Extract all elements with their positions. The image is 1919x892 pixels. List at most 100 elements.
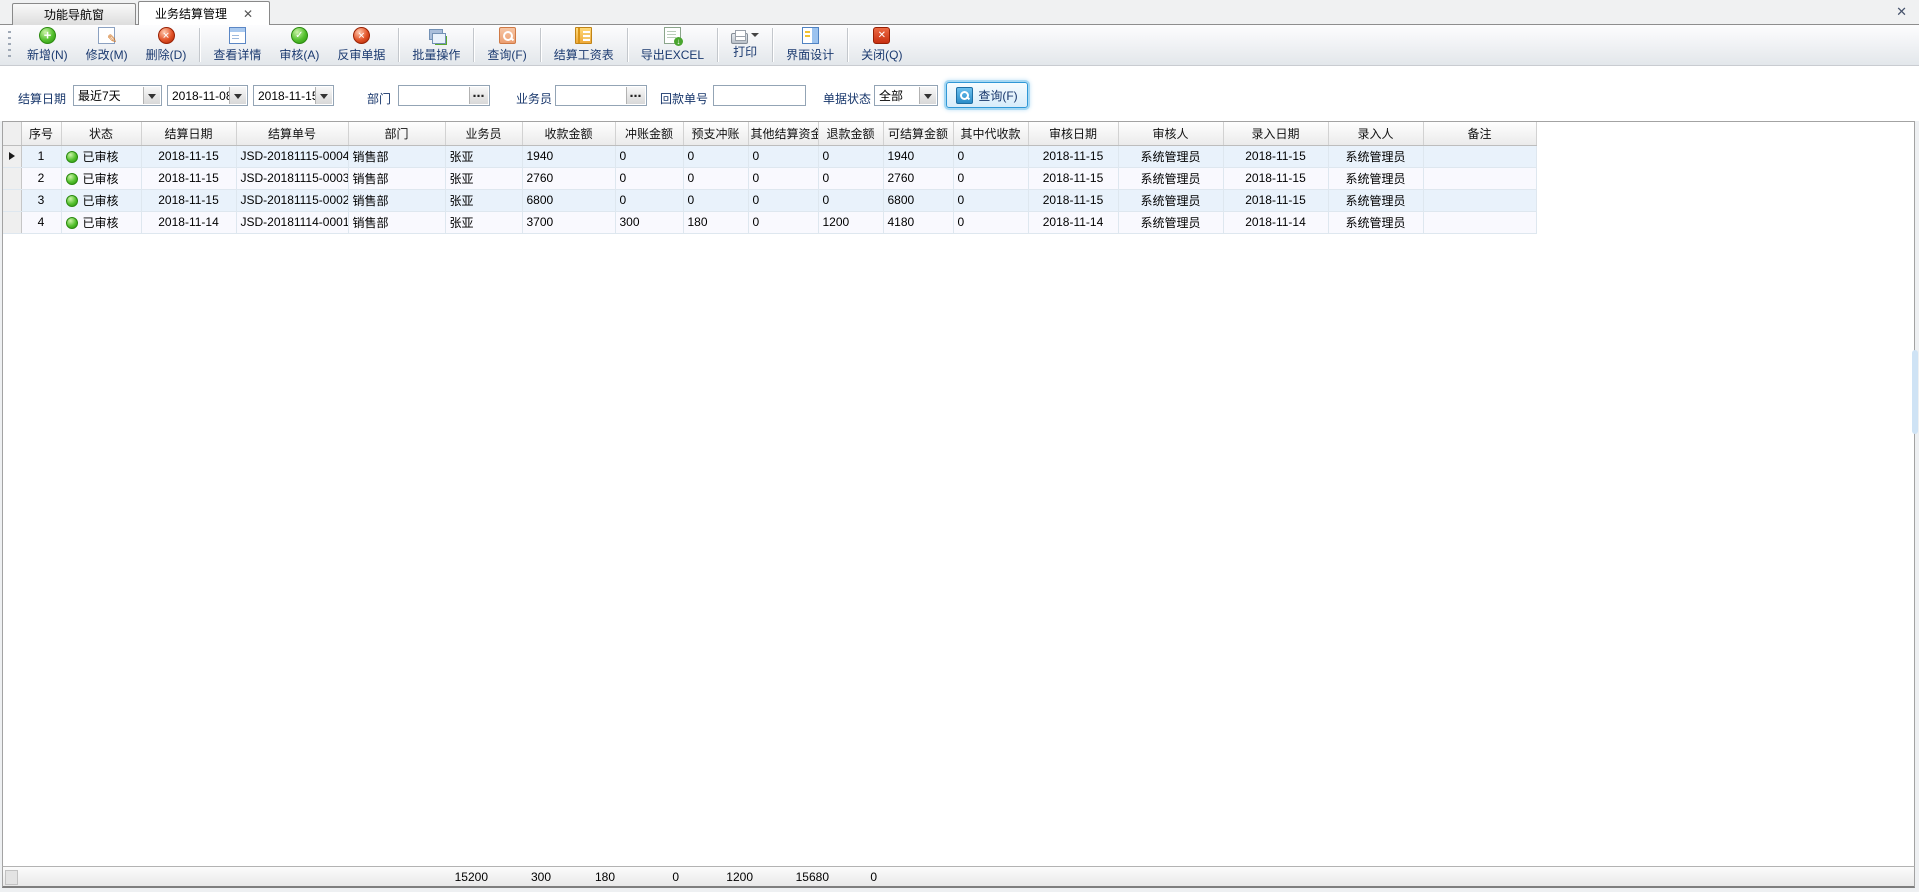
cell: 0 <box>683 167 748 189</box>
chevron-down-icon[interactable] <box>751 33 759 41</box>
chevron-down-icon[interactable] <box>919 87 936 104</box>
toolbar-separator <box>627 28 628 62</box>
add-button[interactable]: +新增(N) <box>18 25 77 65</box>
column-header[interactable]: 部门 <box>348 122 445 145</box>
cell: 张亚 <box>445 167 522 189</box>
toolbar-button-label: 打印 <box>733 43 757 60</box>
receipt-no-input[interactable] <box>713 85 806 106</box>
cell: 0 <box>818 145 883 167</box>
cell: 张亚 <box>445 211 522 233</box>
cell: 0 <box>615 167 683 189</box>
doc-status-combo[interactable]: 全部 <box>874 85 938 106</box>
column-header[interactable]: 序号 <box>21 122 61 145</box>
column-header[interactable]: 收款金额 <box>522 122 615 145</box>
chevron-down-icon[interactable] <box>229 87 246 104</box>
column-header[interactable]: 可结算金额 <box>883 122 953 145</box>
column-header[interactable]: 业务员 <box>445 122 522 145</box>
column-header[interactable]: 审核人 <box>1118 122 1223 145</box>
toolbar-separator <box>398 28 399 62</box>
salesperson-lookup-button[interactable]: ⋯ <box>626 87 645 104</box>
vertical-scrollbar-thumb[interactable] <box>1912 350 1918 434</box>
column-header[interactable]: 备注 <box>1423 122 1536 145</box>
cell: JSD-20181115-0004 <box>236 145 348 167</box>
row-selector-cell[interactable] <box>3 145 21 167</box>
date-range-combo[interactable]: 最近7天 <box>73 85 162 106</box>
tab-label: 业务结算管理 <box>155 5 227 22</box>
cell: 2018-11-15 <box>1028 189 1118 211</box>
approve-button[interactable]: ✓ 审核(A) <box>270 25 328 65</box>
cell: 系统管理员 <box>1118 145 1223 167</box>
department-lookup-button[interactable]: ⋯ <box>469 87 488 104</box>
toolbar-button-label: 反审单据 <box>337 46 385 63</box>
cell: 2018-11-15 <box>141 145 236 167</box>
query-toolbar-button[interactable]: 查询(F) <box>478 25 535 65</box>
add-icon: + <box>39 27 56 44</box>
toolbar-separator <box>717 28 718 62</box>
date-from-combo[interactable]: 2018-11-08 <box>167 85 248 106</box>
cell: 6800 <box>883 189 953 211</box>
table-row[interactable]: 2已审核2018-11-15JSD-20181115-0003销售部张亚2760… <box>3 167 1536 189</box>
close-tab-button[interactable]: ✕关闭(Q) <box>852 25 911 65</box>
cell: 销售部 <box>348 189 445 211</box>
column-header[interactable]: 其中代收款 <box>953 122 1028 145</box>
cell: 已审核 <box>61 211 141 233</box>
cell: 销售部 <box>348 211 445 233</box>
cell: 2018-11-14 <box>1223 211 1328 233</box>
cell: 0 <box>748 167 818 189</box>
cell: 销售部 <box>348 145 445 167</box>
edit-button[interactable]: 修改(M) <box>77 25 137 65</box>
toolbar-button-label: 审核(A) <box>279 46 319 63</box>
column-header[interactable]: 其他结算资金 <box>748 122 818 145</box>
column-header[interactable]: 录入日期 <box>1223 122 1328 145</box>
toolbar-separator <box>847 28 848 62</box>
row-selector-cell[interactable] <box>3 167 21 189</box>
date-to-combo[interactable]: 2018-11-15 <box>253 85 334 106</box>
window-close-icon[interactable]: ✕ <box>1896 4 1907 20</box>
row-selector-cell[interactable] <box>3 211 21 233</box>
column-header[interactable]: 退款金额 <box>818 122 883 145</box>
cell: 1940 <box>522 145 615 167</box>
receipt-no-label: 回款单号 <box>660 90 708 107</box>
cell: 2760 <box>883 167 953 189</box>
tab-close-icon[interactable]: ✕ <box>243 8 253 20</box>
table-row[interactable]: 1已审核2018-11-15JSD-20181115-0004销售部张亚1940… <box>3 145 1536 167</box>
table-row[interactable]: 4已审核2018-11-14JSD-20181114-0001销售部张亚3700… <box>3 211 1536 233</box>
summary-selector-cell <box>5 870 18 885</box>
column-header[interactable]: 状态 <box>61 122 141 145</box>
column-header[interactable]: 结算日期 <box>141 122 236 145</box>
filter-panel: 结算日期 最近7天 2018-11-08 2018-11-15 部门 ⋯ 业务员… <box>0 66 1919 121</box>
summary-total: 15200 <box>418 870 488 884</box>
app-window: 功能导航窗 业务结算管理 ✕ ✕ +新增(N)修改(M)✕删除(D)查看详情 ✓ 审核(… <box>0 0 1919 892</box>
chevron-down-icon[interactable] <box>143 87 160 104</box>
salesperson-field[interactable]: ⋯ <box>555 85 647 106</box>
settlement-payroll-button[interactable]: 结算工资表 <box>545 25 623 65</box>
search-icon <box>499 27 516 44</box>
toolbar-separator <box>540 28 541 62</box>
cell: 0 <box>683 189 748 211</box>
query-button[interactable]: 查询(F) <box>946 82 1028 108</box>
cell: 1 <box>21 145 61 167</box>
delete-button[interactable]: ✕删除(D) <box>137 25 196 65</box>
print-button[interactable]: 打印 <box>722 28 768 62</box>
column-header[interactable]: 录入人 <box>1328 122 1423 145</box>
column-header[interactable]: 预支冲账 <box>683 122 748 145</box>
cell: 2018-11-15 <box>1028 167 1118 189</box>
status-approved-icon <box>66 151 78 163</box>
department-field[interactable]: ⋯ <box>398 85 490 106</box>
table-row[interactable]: 3已审核2018-11-15JSD-20181115-0002销售部张亚6800… <box>3 189 1536 211</box>
export-excel-button[interactable]: 导出EXCEL <box>632 25 713 65</box>
row-selector-cell[interactable] <box>3 189 21 211</box>
chevron-down-icon[interactable] <box>315 87 332 104</box>
toolbar-grip-handle[interactable] <box>8 31 11 59</box>
tab-navigation[interactable]: 功能导航窗 <box>12 3 136 25</box>
cell: 4 <box>21 211 61 233</box>
view-details-button[interactable]: 查看详情 <box>204 25 270 65</box>
ui-design-button[interactable]: 界面设计 <box>777 25 843 65</box>
approve-icon: ✓ <box>291 27 308 44</box>
reverse-approve-button[interactable]: ✕反审单据 <box>328 25 394 65</box>
tab-settlement-management[interactable]: 业务结算管理 ✕ <box>138 1 270 25</box>
column-header[interactable]: 冲账金额 <box>615 122 683 145</box>
batch-operation-button[interactable]: 批量操作 <box>403 25 469 65</box>
column-header[interactable]: 结算单号 <box>236 122 348 145</box>
column-header[interactable]: 审核日期 <box>1028 122 1118 145</box>
